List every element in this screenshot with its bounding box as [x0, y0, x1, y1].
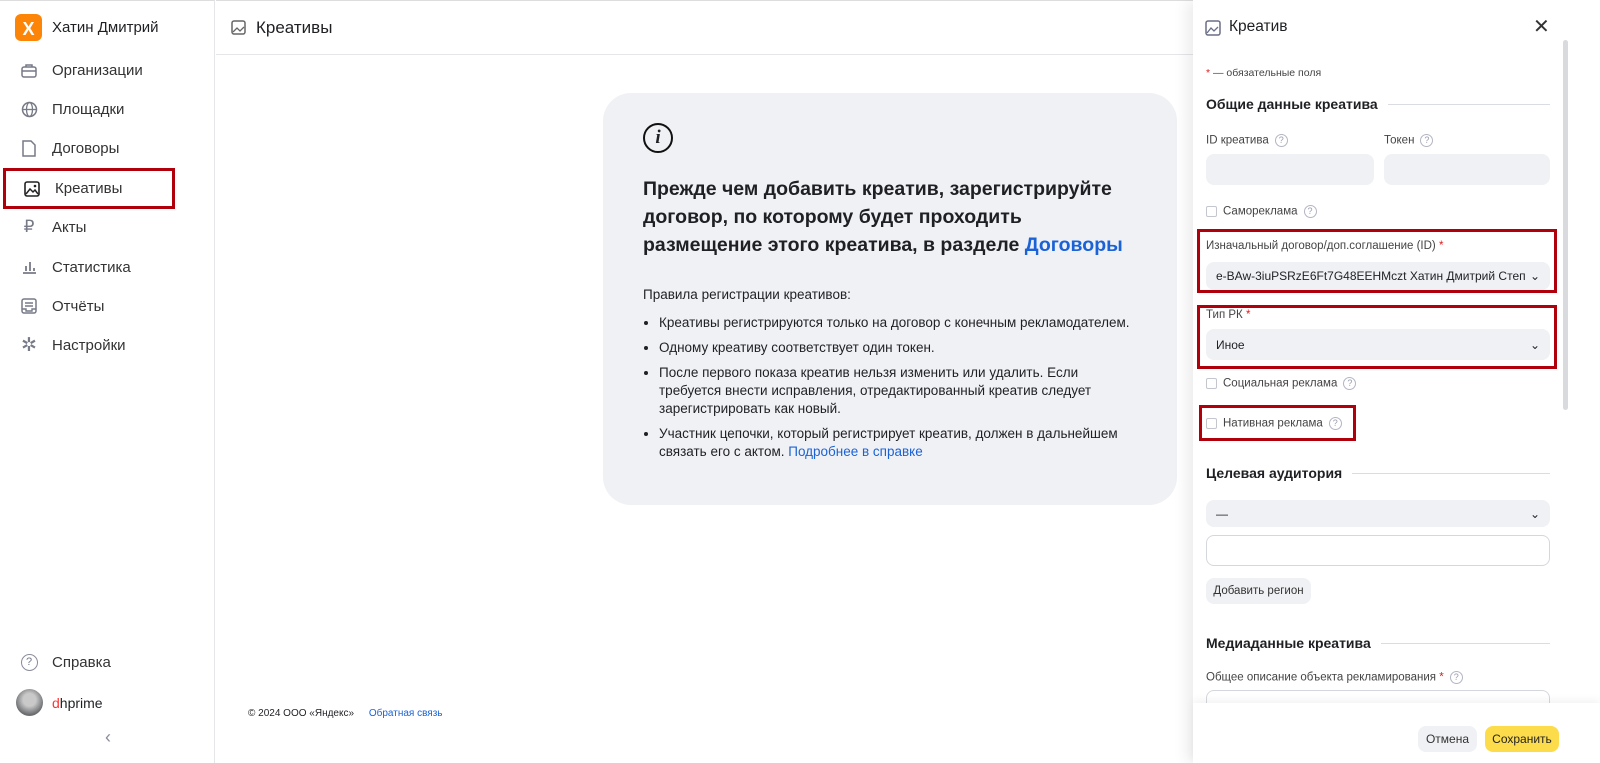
chevron-down-icon: ⌄	[1529, 506, 1540, 521]
self-ad-checkbox[interactable]: Самореклама?	[1206, 205, 1317, 218]
inbox-icon	[20, 297, 38, 315]
org-logo: Х	[15, 14, 42, 41]
sidebar: Х Хатин Дмитрий Организации Площадки Дог…	[0, 0, 215, 763]
sidebar-item-label: Площадки	[52, 100, 125, 118]
native-ad-checkbox[interactable]: Нативная реклама?	[1206, 417, 1342, 430]
section-media: Медиаданные креатива	[1206, 635, 1550, 651]
id-label: ID креатива?	[1206, 134, 1288, 147]
sidebar-item-organizations[interactable]: Организации	[0, 51, 215, 89]
save-button[interactable]: Сохранить	[1485, 726, 1559, 752]
image-icon	[1205, 20, 1221, 36]
rules-title: Правила регистрации креативов:	[643, 287, 851, 302]
document-icon	[20, 139, 38, 157]
sidebar-item-label: Организации	[52, 61, 143, 79]
close-icon[interactable]: ✕	[1533, 14, 1550, 39]
sidebar-item-label: Справка	[52, 653, 111, 671]
copyright: © 2024 ООО «Яндекс»	[248, 708, 355, 719]
gear-icon: ✲	[21, 334, 37, 356]
rules-list: Креативы регистрируются только на догово…	[643, 314, 1137, 461]
globe-icon	[20, 100, 38, 118]
list-item: Одному креативу соответствует один токен…	[659, 339, 1137, 357]
sidebar-item-label: Отчёты	[52, 297, 105, 315]
page-header: Креативы	[216, 0, 1196, 55]
briefcase-icon	[20, 61, 38, 79]
sidebar-item-platforms[interactable]: Площадки	[0, 90, 215, 128]
section-audience: Целевая аудитория	[1206, 465, 1550, 481]
sidebar-item-label: Креативы	[55, 180, 123, 197]
info-heading: Прежде чем добавить креатив, зарегистрир…	[643, 178, 1123, 256]
help-icon: ?	[1274, 134, 1288, 147]
help-icon: ?	[20, 653, 38, 671]
ruble-icon: ₽	[23, 217, 35, 236]
page-title: Креативы	[256, 17, 333, 37]
list-item: Участник цепочки, который регистрирует к…	[659, 425, 1137, 461]
sidebar-item-label: Статистика	[52, 258, 131, 276]
feedback-link[interactable]: Обратная связь	[369, 708, 443, 719]
rk-type-select[interactable]: Иное ⌄	[1206, 329, 1550, 360]
sidebar-item-help[interactable]: ? Справка	[0, 643, 215, 681]
contracts-link[interactable]: Договоры	[1025, 234, 1123, 256]
help-icon: ?	[1449, 671, 1463, 684]
section-general: Общие данные креатива	[1206, 96, 1550, 112]
chevron-down-icon: ⌄	[1529, 337, 1540, 352]
sidebar-item-reports[interactable]: Отчёты	[0, 287, 215, 325]
required-note: * — обязательные поля	[1206, 67, 1322, 79]
footer: © 2024 ООО «Яндекс» Обратная связь	[248, 708, 443, 719]
scrollbar[interactable]	[1563, 40, 1568, 410]
help-icon: ?	[1343, 377, 1357, 390]
sidebar-item-statistics[interactable]: Статистика	[0, 248, 215, 286]
user-login[interactable]: dhprime	[52, 695, 103, 711]
bar-chart-icon	[20, 258, 38, 276]
list-item: Креативы регистрируются только на догово…	[659, 314, 1137, 332]
help-icon: ?	[1328, 417, 1342, 430]
info-card: i Прежде чем добавить креатив, зарегистр…	[603, 93, 1177, 505]
contract-select[interactable]: e-BAw-3iuPSRzE6Ft7G48EEHMczt Хатин Дмитр…	[1206, 262, 1550, 290]
image-icon	[231, 20, 246, 35]
sidebar-item-creatives[interactable]: Креативы	[3, 168, 175, 209]
help-icon: ?	[1420, 134, 1434, 147]
token-input[interactable]	[1384, 154, 1550, 185]
region-input[interactable]	[1206, 535, 1550, 566]
token-label: Токен?	[1384, 134, 1434, 147]
image-icon	[23, 180, 41, 198]
sidebar-item-label: Настройки	[52, 336, 126, 354]
contract-label: Изначальный договор/доп.соглашение (ID) …	[1206, 240, 1444, 252]
sidebar-item-label: Договоры	[52, 139, 120, 157]
list-item: После первого показа креатив нельзя изме…	[659, 364, 1137, 418]
org-name[interactable]: Хатин Дмитрий	[52, 19, 159, 36]
help-icon: ?	[1303, 205, 1317, 218]
description-label: Общее описание объекта рекламирования *?	[1206, 671, 1463, 684]
rk-type-label: Тип РК *	[1206, 309, 1251, 321]
info-icon: i	[643, 123, 673, 153]
help-link[interactable]: Подробнее в справке	[788, 444, 923, 459]
add-region-button[interactable]: Добавить регион	[1206, 578, 1311, 604]
chevron-down-icon: ⌄	[1529, 269, 1540, 283]
social-ad-checkbox[interactable]: Социальная реклама?	[1206, 377, 1357, 390]
sidebar-item-settings[interactable]: ✲ Настройки	[0, 326, 215, 364]
sidebar-item-contracts[interactable]: Договоры	[0, 129, 215, 167]
avatar[interactable]	[16, 689, 43, 716]
sidebar-item-acts[interactable]: ₽ Акты	[0, 208, 215, 246]
audience-select[interactable]: — ⌄	[1206, 500, 1550, 527]
id-input[interactable]	[1206, 154, 1374, 185]
creative-panel: Креатив ✕ * — обязательные поля Общие да…	[1193, 0, 1600, 763]
collapse-chevron-icon[interactable]: ‹	[105, 727, 111, 748]
panel-title: Креатив	[1229, 18, 1288, 35]
sidebar-item-label: Акты	[52, 218, 87, 236]
cancel-button[interactable]: Отмена	[1418, 726, 1477, 752]
